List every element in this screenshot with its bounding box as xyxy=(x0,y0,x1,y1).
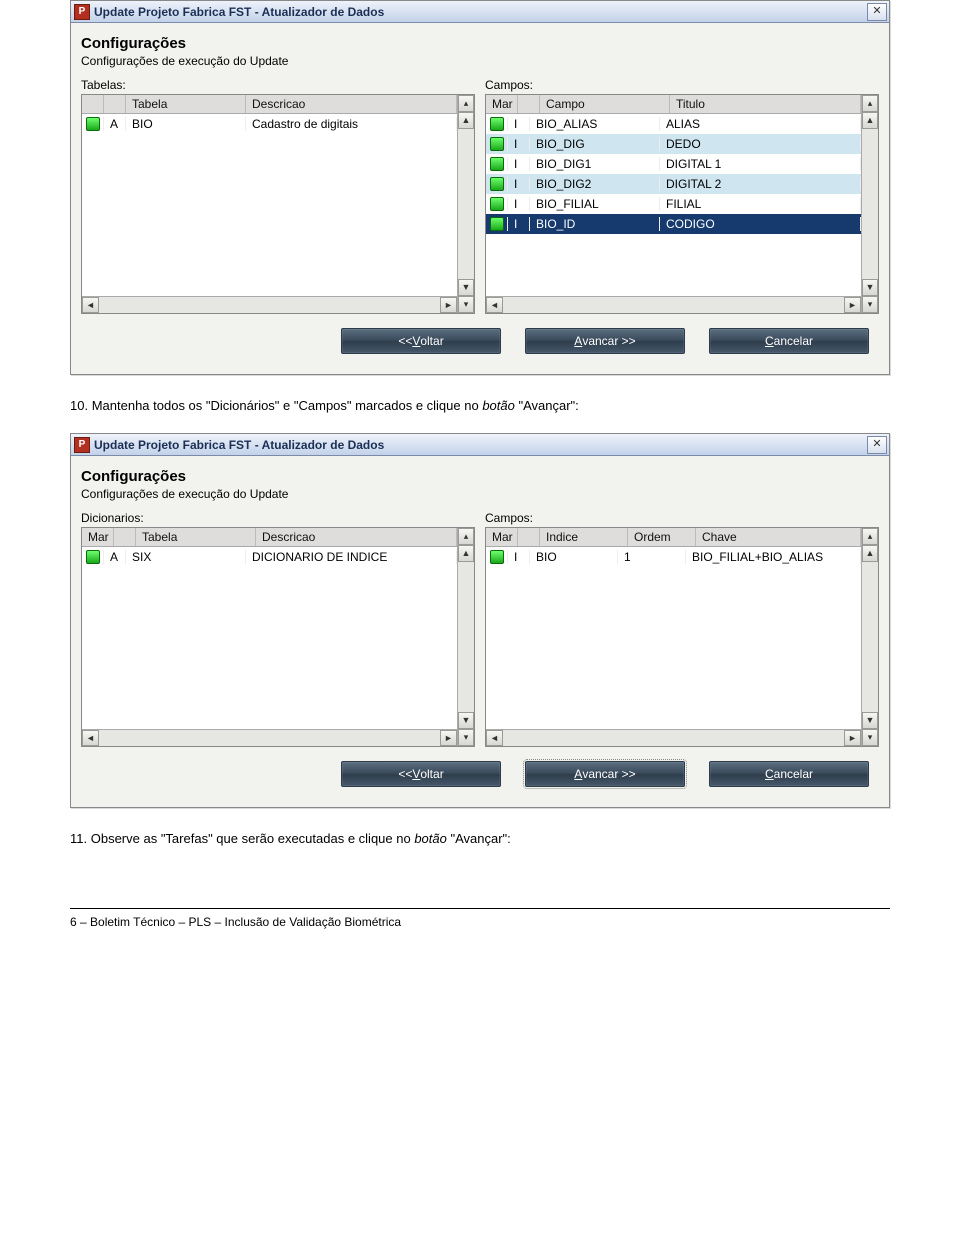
scroll-left-icon[interactable]: ◄ xyxy=(82,730,99,746)
scroll-bottom-icon[interactable]: ▾ xyxy=(458,296,474,313)
step-10-text: 10. Mantenha todos os "Dicionários" e "C… xyxy=(70,397,890,415)
tables-label: Tabelas: xyxy=(81,78,475,92)
checkmark-icon[interactable] xyxy=(490,550,504,564)
window-title: Update Projeto Fabrica FST - Atualizador… xyxy=(94,5,865,19)
checkmark-icon[interactable] xyxy=(86,550,100,564)
checkmark-icon[interactable] xyxy=(86,117,100,131)
checkmark-icon[interactable] xyxy=(490,157,504,171)
checkmark-icon[interactable] xyxy=(490,177,504,191)
scroll-top-icon[interactable]: ▴ xyxy=(458,95,474,112)
app-icon: P xyxy=(74,437,90,453)
dictionaries-label: Dicionarios: xyxy=(81,511,475,525)
table-row[interactable]: IBIO_IDCODIGO xyxy=(486,214,861,234)
scroll-top-icon[interactable]: ▴ xyxy=(862,95,878,112)
vscrollbar[interactable]: ▴ ▲ ▼ ▾ xyxy=(861,95,878,313)
window-title: Update Projeto Fabrica FST - Atualizador… xyxy=(94,438,865,452)
scroll-right-icon[interactable]: ► xyxy=(440,297,457,313)
scroll-right-icon[interactable]: ► xyxy=(844,730,861,746)
dialog-update-2: P Update Projeto Fabrica FST - Atualizad… xyxy=(70,433,890,808)
table-row[interactable]: A SIX DICIONARIO DE INDICE xyxy=(82,547,457,567)
vscrollbar[interactable]: ▴ ▲ ▼ ▾ xyxy=(457,95,474,313)
table-row[interactable]: IBIO_ALIASALIAS xyxy=(486,114,861,134)
grid-header: Mar Campo Titulo xyxy=(486,95,861,114)
scroll-left-icon[interactable]: ◄ xyxy=(486,297,503,313)
scroll-bottom-icon[interactable]: ▾ xyxy=(862,296,878,313)
dialog-update-1: P Update Projeto Fabrica FST - Atualizad… xyxy=(70,0,890,375)
cancel-button[interactable]: Cancelar xyxy=(709,328,869,354)
scroll-up-icon[interactable]: ▲ xyxy=(458,545,474,562)
fields-grid[interactable]: Mar Campo Titulo IBIO_ALIASALIASIBIO_DIG… xyxy=(485,94,879,314)
back-button[interactable]: << Voltar xyxy=(341,761,501,787)
scroll-left-icon[interactable]: ◄ xyxy=(82,297,99,313)
hscrollbar[interactable]: ◄ ► xyxy=(82,296,457,313)
scroll-up-icon[interactable]: ▲ xyxy=(862,545,878,562)
next-button[interactable]: Avancar >> xyxy=(525,761,685,787)
scroll-bottom-icon[interactable]: ▾ xyxy=(862,729,878,746)
scroll-down-icon[interactable]: ▼ xyxy=(458,712,474,729)
heading: Configurações xyxy=(81,35,879,52)
close-icon[interactable]: ✕ xyxy=(867,436,887,454)
table-row[interactable]: I BIO 1 BIO_FILIAL+BIO_ALIAS xyxy=(486,547,861,567)
fields-label: Campos: xyxy=(485,78,879,92)
table-row[interactable]: IBIO_DIG2DIGITAL 2 xyxy=(486,174,861,194)
titlebar[interactable]: P Update Projeto Fabrica FST - Atualizad… xyxy=(71,1,889,23)
table-row[interactable]: IBIO_DIGDEDO xyxy=(486,134,861,154)
app-icon: P xyxy=(74,4,90,20)
scroll-right-icon[interactable]: ► xyxy=(844,297,861,313)
heading: Configurações xyxy=(81,468,879,485)
subheading: Configurações de execução do Update xyxy=(81,487,879,501)
grid-header: Mar Tabela Descricao xyxy=(82,528,457,547)
back-button[interactable]: << Voltar xyxy=(341,328,501,354)
grid-header: Mar Indice Ordem Chave xyxy=(486,528,861,547)
scroll-down-icon[interactable]: ▼ xyxy=(862,279,878,296)
cancel-button[interactable]: Cancelar xyxy=(709,761,869,787)
page-footer: 6 – Boletim Técnico – PLS – Inclusão de … xyxy=(70,908,890,929)
scroll-down-icon[interactable]: ▼ xyxy=(458,279,474,296)
titlebar[interactable]: P Update Projeto Fabrica FST - Atualizad… xyxy=(71,434,889,456)
hscrollbar[interactable]: ◄ ► xyxy=(486,729,861,746)
fields-grid[interactable]: Mar Indice Ordem Chave I BIO 1 xyxy=(485,527,879,747)
scroll-left-icon[interactable]: ◄ xyxy=(486,730,503,746)
checkmark-icon[interactable] xyxy=(490,197,504,211)
scroll-up-icon[interactable]: ▲ xyxy=(862,112,878,129)
table-row[interactable]: IBIO_DIG1DIGITAL 1 xyxy=(486,154,861,174)
dictionaries-grid[interactable]: Mar Tabela Descricao A SIX DICIONARIO DE… xyxy=(81,527,475,747)
next-button[interactable]: Avancar >> xyxy=(525,328,685,354)
checkmark-icon[interactable] xyxy=(490,117,504,131)
scroll-top-icon[interactable]: ▴ xyxy=(862,528,878,545)
close-icon[interactable]: ✕ xyxy=(867,3,887,21)
fields-label: Campos: xyxy=(485,511,879,525)
checkmark-icon[interactable] xyxy=(490,137,504,151)
hscrollbar[interactable]: ◄ ► xyxy=(486,296,861,313)
scroll-up-icon[interactable]: ▲ xyxy=(458,112,474,129)
scroll-right-icon[interactable]: ► xyxy=(440,730,457,746)
vscrollbar[interactable]: ▴ ▲ ▼ ▾ xyxy=(861,528,878,746)
step-11-text: 11. Observe as "Tarefas" que serão execu… xyxy=(70,830,890,848)
scroll-bottom-icon[interactable]: ▾ xyxy=(458,729,474,746)
table-row[interactable]: IBIO_FILIALFILIAL xyxy=(486,194,861,214)
scroll-down-icon[interactable]: ▼ xyxy=(862,712,878,729)
vscrollbar[interactable]: ▴ ▲ ▼ ▾ xyxy=(457,528,474,746)
subheading: Configurações de execução do Update xyxy=(81,54,879,68)
hscrollbar[interactable]: ◄ ► xyxy=(82,729,457,746)
table-row[interactable]: A BIO Cadastro de digitais xyxy=(82,114,457,134)
tables-grid[interactable]: Tabela Descricao A BIO Cadastro de digit… xyxy=(81,94,475,314)
scroll-top-icon[interactable]: ▴ xyxy=(458,528,474,545)
grid-header: Tabela Descricao xyxy=(82,95,457,114)
checkmark-icon[interactable] xyxy=(490,217,504,231)
